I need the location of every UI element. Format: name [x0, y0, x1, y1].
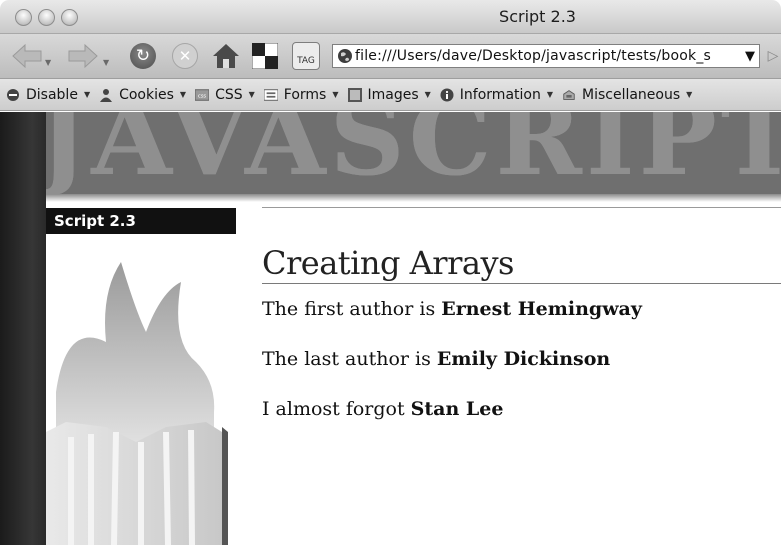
chevron-down-icon: ▼	[424, 90, 431, 99]
dev-menu-label: Forms	[283, 86, 327, 103]
author-name: Emily Dickinson	[436, 348, 611, 370]
author-name: Stan Lee	[410, 398, 504, 420]
reload-button[interactable]: ↻	[128, 40, 158, 72]
left-sidebar-stripe	[0, 112, 46, 545]
script-label: Script 2.3	[46, 208, 236, 234]
result-prefix: The first author is	[262, 298, 442, 320]
svg-text:css: css	[198, 93, 207, 99]
home-icon	[213, 44, 239, 68]
forward-button[interactable]	[66, 40, 100, 72]
result-line: The last author is Emily Dickinson	[262, 348, 610, 370]
banner-shadow	[46, 194, 781, 202]
css-icon: css	[195, 88, 210, 102]
stop-icon: ✕	[172, 43, 198, 69]
address-input[interactable]: file:///Users/dave/Desktop/javascript/te…	[355, 48, 741, 64]
chevron-down-icon: ▼	[83, 90, 91, 99]
back-arrow-icon	[12, 43, 42, 69]
flaming-book-illustration	[46, 262, 228, 545]
home-button[interactable]	[210, 40, 242, 72]
page-style-button[interactable]	[250, 40, 280, 72]
stop-button[interactable]: ✕	[170, 40, 200, 72]
tag-icon: TAG	[292, 42, 320, 70]
banner-logo-text: JAVASCRIPT	[46, 112, 781, 194]
dev-menu-label: Miscellaneous	[582, 86, 681, 103]
image-icon	[347, 87, 362, 102]
forward-history-dropdown-icon[interactable]: ▼	[103, 58, 109, 67]
dev-menu-label: Information	[459, 86, 541, 103]
result-prefix: I almost forgot	[262, 398, 411, 420]
page-viewport: JAVASCRIPT Script 2.3 Creating Arrays Th…	[0, 112, 781, 545]
checkerboard-icon	[252, 43, 278, 69]
chevron-down-icon: ▼	[546, 90, 553, 99]
globe-icon	[335, 48, 355, 64]
tag-button[interactable]: TAG	[291, 40, 321, 72]
go-button[interactable]: ▷	[765, 40, 781, 72]
dev-menu-forms[interactable]: Forms ▼	[263, 86, 339, 103]
top-divider	[262, 207, 781, 208]
misc-icon	[562, 88, 576, 102]
dev-menu-label: Images	[367, 86, 419, 103]
dev-menu-label: Disable	[26, 86, 78, 103]
address-dropdown-icon[interactable]: ▼	[741, 49, 759, 64]
window-titlebar: Script 2.3	[0, 0, 781, 34]
dev-menu-images[interactable]: Images ▼	[347, 86, 431, 103]
info-icon	[440, 88, 454, 102]
result-prefix: The last author is	[262, 348, 437, 370]
window-title: Script 2.3	[499, 7, 576, 26]
author-name: Ernest Hemingway	[441, 298, 642, 320]
chevron-down-icon: ▼	[248, 90, 255, 99]
back-history-dropdown-icon[interactable]: ▼	[45, 58, 51, 67]
result-line: I almost forgot Stan Lee	[262, 398, 503, 420]
dev-menu-label: CSS	[215, 86, 243, 103]
reload-icon: ↻	[130, 43, 156, 69]
header-banner: JAVASCRIPT	[46, 112, 781, 194]
address-bar[interactable]: file:///Users/dave/Desktop/javascript/te…	[332, 44, 760, 68]
back-button[interactable]	[10, 40, 44, 72]
dev-menu-information[interactable]: Information ▼	[440, 87, 553, 103]
dev-menu-label: Cookies	[119, 86, 174, 103]
forward-arrow-icon	[68, 43, 98, 69]
dev-menu-miscellaneous[interactable]: Miscellaneous ▼	[562, 87, 692, 103]
navigation-toolbar: ▼ ▼ ↻ ✕ TAG file:///Users/dave/Desktop/j…	[0, 34, 781, 79]
title-divider	[262, 283, 781, 284]
dev-menu-css[interactable]: css CSS ▼	[195, 87, 255, 103]
chevron-down-icon: ▼	[686, 90, 693, 99]
dev-menu-cookies[interactable]: Cookies ▼	[99, 87, 186, 103]
chevron-down-icon: ▼	[332, 90, 339, 99]
result-line: The first author is Ernest Hemingway	[262, 298, 642, 320]
developer-toolbar: Disable ▼ Cookies ▼ css CSS ▼ Forms ▼ Im…	[0, 79, 781, 111]
chevron-down-icon: ▼	[179, 90, 187, 99]
form-icon	[263, 88, 278, 102]
page-title: Creating Arrays	[262, 244, 514, 282]
person-icon	[99, 88, 113, 102]
no-entry-icon	[6, 88, 20, 102]
dev-menu-disable[interactable]: Disable ▼	[6, 87, 90, 103]
